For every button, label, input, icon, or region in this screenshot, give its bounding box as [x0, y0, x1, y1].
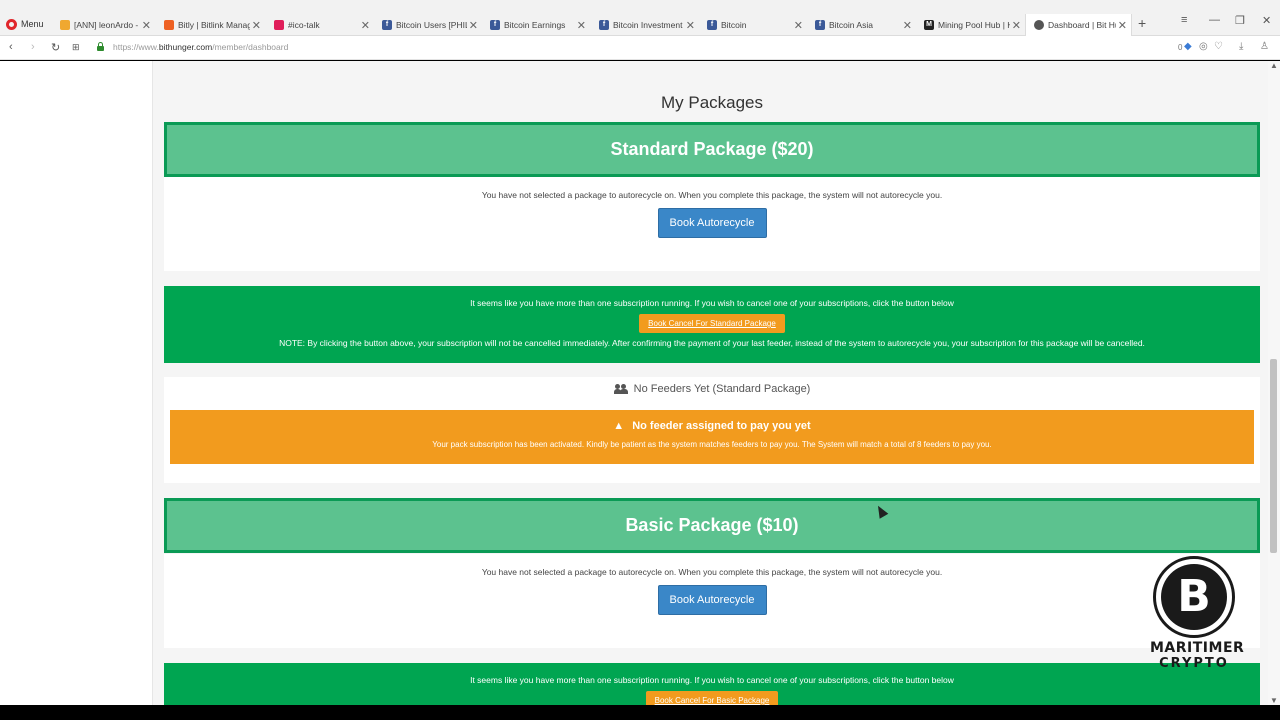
browser-tab-active[interactable]: Dashboard | Bit Hun ✕	[1025, 14, 1132, 36]
browser-tab[interactable]: M Mining Pool Hub | H ✕	[916, 14, 1025, 36]
book-cancel-basic-button[interactable]: Book Cancel For Basic Package	[645, 691, 779, 705]
alert-title: No feeder assigned to pay you yet	[632, 420, 811, 432]
warning-icon: ▲	[613, 420, 625, 432]
snapshot-icon[interactable]: ◎	[1199, 41, 1208, 52]
minimize-window-icon[interactable]: —	[1209, 14, 1220, 26]
close-window-icon[interactable]: ✕	[1262, 14, 1271, 27]
close-tab-icon[interactable]: ✕	[791, 19, 803, 32]
download-icon[interactable]: ⤓	[1239, 41, 1243, 52]
slack-favicon-icon	[274, 20, 284, 30]
browser-tab[interactable]: Bitly | Bitlink Manag ✕	[156, 14, 265, 36]
feeders-panel: No Feeders Yet (Standard Package) ▲ No f…	[164, 377, 1260, 483]
browser-tab[interactable]: [ANN] leonArdo - R ✕	[52, 14, 155, 36]
tab-title: Bitcoin Users [PHILIP	[396, 20, 478, 30]
browser-tab[interactable]: f Bitcoin Asia ✕	[807, 14, 916, 36]
forum-favicon-icon	[60, 20, 70, 30]
autorecycle-note: You have not selected a package to autor…	[481, 567, 943, 577]
facebook-favicon-icon: f	[707, 20, 717, 30]
close-tab-icon[interactable]: ✕	[683, 19, 695, 32]
facebook-favicon-icon: f	[599, 20, 609, 30]
feeders-title: No Feeders Yet (Standard Package)	[164, 383, 1260, 395]
book-autorecycle-button[interactable]: Book Autorecycle	[657, 208, 767, 238]
facebook-favicon-icon: f	[382, 20, 392, 30]
standard-package-header: Standard Package ($20)	[164, 122, 1260, 177]
feeders-title-text: No Feeders Yet (Standard Package)	[633, 383, 811, 395]
cancel-note: NOTE: By clicking the button above, your…	[279, 338, 1145, 348]
heart-icon[interactable]: ♡	[1214, 41, 1223, 52]
users-icon	[613, 384, 628, 394]
scroll-down-icon[interactable]: ▼	[1270, 696, 1278, 705]
new-tab-button[interactable]: +	[1138, 15, 1146, 31]
speed-dial-icon[interactable]: ⊞	[72, 42, 80, 53]
tab-title: Bitcoin Earnings	[504, 20, 566, 30]
adblock-count: 0	[1178, 43, 1183, 52]
close-tab-icon[interactable]: ✕	[358, 19, 370, 32]
close-tab-icon[interactable]: ✕	[139, 19, 151, 32]
tab-title: #ico-talk	[288, 20, 320, 30]
tab-menu-icon[interactable]: ≡	[1181, 14, 1187, 26]
book-autorecycle-button[interactable]: Book Autorecycle	[657, 585, 767, 615]
secure-lock-icon	[97, 42, 104, 51]
browser-menu-label: Menu	[21, 19, 44, 29]
close-tab-icon[interactable]: ✕	[1009, 19, 1021, 32]
basic-package-header: Basic Package ($10)	[164, 498, 1260, 553]
close-tab-icon[interactable]: ✕	[900, 19, 912, 32]
sidebar	[0, 61, 153, 705]
reload-icon[interactable]: ↻	[51, 41, 60, 54]
url-field[interactable]: https://www.bithunger.com/member/dashboa…	[113, 42, 288, 52]
no-feeder-alert: ▲ No feeder assigned to pay you yet Your…	[170, 410, 1254, 464]
close-tab-icon[interactable]: ✕	[466, 19, 478, 32]
bitly-favicon-icon	[164, 20, 174, 30]
standard-package-body: You have not selected a package to autor…	[164, 177, 1260, 271]
maritimer-crypto-watermark: B MARITIMER CRYPTO	[1150, 556, 1245, 676]
subscription-panel: It seems like you have more than one sub…	[164, 663, 1260, 705]
browser-tab[interactable]: #ico-talk ✕	[266, 14, 374, 36]
close-tab-icon[interactable]: ✕	[574, 19, 586, 32]
package-name: Basic Package ($10)	[625, 515, 799, 535]
bitcoin-logo-icon: B	[1153, 556, 1235, 638]
opera-logo-icon	[6, 18, 17, 30]
browser-tab[interactable]: f Bitcoin ✕	[699, 14, 807, 36]
watermark-line-2: CRYPTO	[1159, 656, 1229, 671]
close-tab-icon[interactable]: ✕	[1115, 19, 1127, 32]
watermark-line-1: MARITIMER	[1150, 640, 1245, 656]
basic-package-body: You have not selected a package to autor…	[164, 554, 1260, 648]
scrollbar-thumb[interactable]	[1270, 359, 1277, 553]
facebook-favicon-icon: f	[490, 20, 500, 30]
page-title: My Packages	[660, 93, 764, 112]
forward-icon[interactable]: ›	[31, 41, 35, 53]
restore-window-icon[interactable]: ❐	[1235, 14, 1245, 27]
tab-title: Bitly | Bitlink Manag	[178, 20, 253, 30]
tab-title: [ANN] leonArdo - R	[74, 20, 147, 30]
mining-pool-hub-favicon-icon: M	[924, 20, 934, 30]
subscription-panel: It seems like you have more than one sub…	[164, 286, 1260, 363]
shield-icon[interactable]: ◆	[1184, 41, 1192, 52]
facebook-favicon-icon: f	[815, 20, 825, 30]
browser-tab[interactable]: f Bitcoin Earnings ✕	[482, 14, 590, 36]
subscription-notice: It seems like you have more than one sub…	[470, 675, 954, 685]
back-icon[interactable]: ‹	[9, 41, 13, 53]
close-tab-icon[interactable]: ✕	[249, 19, 261, 32]
bithunger-favicon-icon	[1034, 20, 1044, 30]
account-icon[interactable]: ♙	[1260, 41, 1269, 52]
address-bar: ‹ › ↻ ⊞ https://www.bithunger.com/member…	[0, 36, 1280, 60]
tab-title: Bitcoin Investment	[613, 20, 683, 30]
browser-tab-bar: Menu [ANN] leonArdo - R ✕ Bitly | Bitlin…	[0, 0, 1280, 36]
tab-title: Mining Pool Hub | H	[938, 20, 1014, 30]
dashboard-page: My Packages Standard Package ($20) You h…	[0, 61, 1280, 705]
tab-title: Bitcoin Asia	[829, 20, 873, 30]
page-scrollbar[interactable]: ▲ ▼	[1268, 61, 1280, 705]
browser-tab[interactable]: f Bitcoin Investment ✕	[591, 14, 699, 36]
subscription-notice: It seems like you have more than one sub…	[470, 298, 954, 308]
tab-title: Dashboard | Bit Hun	[1048, 20, 1125, 30]
package-name: Standard Package ($20)	[610, 139, 814, 159]
autorecycle-note: You have not selected a package to autor…	[481, 190, 943, 200]
browser-tab[interactable]: f Bitcoin Users [PHILIP ✕	[374, 14, 482, 36]
alert-message: Your pack subscription has been activate…	[432, 440, 992, 449]
browser-menu-button[interactable]: Menu	[0, 12, 50, 36]
book-cancel-standard-button[interactable]: Book Cancel For Standard Package	[639, 314, 785, 333]
tab-title: Bitcoin	[721, 20, 747, 30]
scroll-up-icon[interactable]: ▲	[1270, 61, 1278, 70]
